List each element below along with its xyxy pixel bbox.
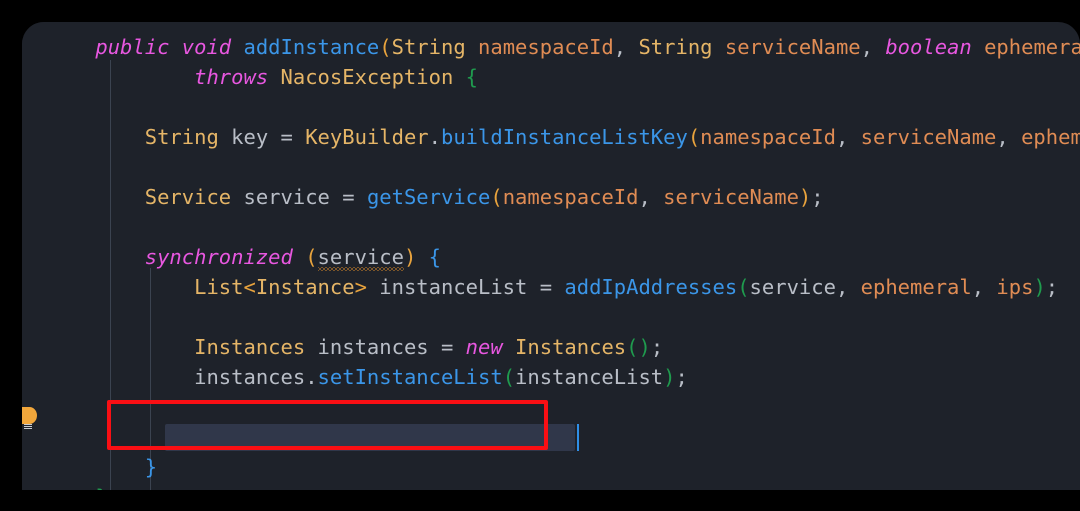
token-method-buildinstancelistkey: buildInstanceListKey (441, 125, 688, 149)
token-brace-close-2: } (145, 455, 157, 479)
token-arg-servicename: serviceName (861, 125, 997, 149)
code-line-5-blank[interactable] (46, 152, 1080, 182)
token-param-servicename: serviceName (725, 35, 861, 59)
token-method-setinstancelist: setInstanceList (318, 365, 503, 389)
token-type-string-2: String (638, 35, 712, 59)
code-line-15[interactable]: } (46, 452, 1080, 482)
token-keyword-public: public (95, 35, 169, 59)
token-keyword-void: void (182, 35, 231, 59)
token-arg-ephemeral-2: ephemeral (861, 275, 972, 299)
red-annotation-box (107, 400, 548, 450)
token-var-key: key (231, 125, 268, 149)
token-method-addipaddresses: addIpAddresses (564, 275, 737, 299)
token-var-service: service (244, 185, 330, 209)
code-line-16[interactable]: } (46, 482, 1080, 490)
token-method-addinstance: addInstance (244, 35, 380, 59)
code-line-9[interactable]: List<Instance> instanceList = addIpAddre… (46, 272, 1080, 302)
token-type-service: Service (145, 185, 231, 209)
token-type-keybuilder: KeyBuilder (305, 125, 428, 149)
screenshot-root: public void addInstance(String namespace… (0, 0, 1080, 511)
token-type-instances-ctor: Instances (515, 335, 626, 359)
token-keyword-synchronized: synchronized (145, 245, 293, 269)
text-caret (577, 424, 579, 451)
token-var-service-warning: service (318, 242, 404, 272)
token-type-instances: Instances (194, 335, 305, 359)
token-keyword-throws: throws (194, 65, 268, 89)
token-type-instance: Instance (256, 275, 355, 299)
token-arg-ephemeral: ephemeral (1021, 125, 1080, 149)
token-arg-namespaceid: namespaceId (700, 125, 836, 149)
token-keyword-boolean: boolean (885, 35, 971, 59)
lightbulb-icon[interactable] (22, 407, 39, 433)
token-arg-servicename-2: serviceName (663, 185, 799, 209)
token-arg-ips: ips (996, 275, 1033, 299)
code-line-4[interactable]: String key = KeyBuilder.buildInstanceLis… (46, 122, 1080, 152)
lightbulb-glow (22, 407, 37, 424)
code-line-7-blank[interactable] (46, 212, 1080, 242)
code-line-2[interactable]: throws NacosException { (46, 62, 1080, 92)
token-brace-open-1: { (466, 65, 478, 89)
token-type-list: List (194, 275, 243, 299)
token-param-namespaceid: namespaceId (478, 35, 614, 59)
token-var-instancelist: instanceList (379, 275, 527, 299)
token-type-nacosexception: NacosException (281, 65, 454, 89)
code-line-11[interactable]: Instances instances = new Instances(); (46, 332, 1080, 362)
token-var-instances: instances (318, 335, 429, 359)
code-line-12[interactable]: instances.setInstanceList(instanceList); (46, 362, 1080, 392)
code-line-10-blank[interactable] (46, 302, 1080, 332)
token-type-string: String (392, 35, 466, 59)
token-keyword-new: new (466, 335, 503, 359)
token-param-ephemeral: ephemeral (984, 35, 1080, 59)
code-line-1[interactable]: public void addInstance(String namespace… (46, 32, 1080, 62)
lightbulb-base (24, 424, 32, 430)
token-arg-namespaceid-2: namespaceId (503, 185, 639, 209)
token-method-getservice: getService (367, 185, 490, 209)
code-line-6[interactable]: Service service = getService(namespaceId… (46, 182, 1080, 212)
token-brace-close-1: } (95, 485, 107, 490)
token-arg-instancelist: instanceList (515, 365, 663, 389)
token-brace-open-2: { (429, 245, 441, 269)
token-var-instances-2: instances (194, 365, 305, 389)
token-type-string-3: String (145, 125, 219, 149)
code-line-3-blank[interactable] (46, 92, 1080, 122)
code-line-8[interactable]: synchronized (service) { (46, 242, 1080, 272)
token-arg-service: service (750, 275, 836, 299)
token-paren-open: ( (379, 35, 391, 59)
editor-gutter[interactable] (22, 22, 46, 490)
